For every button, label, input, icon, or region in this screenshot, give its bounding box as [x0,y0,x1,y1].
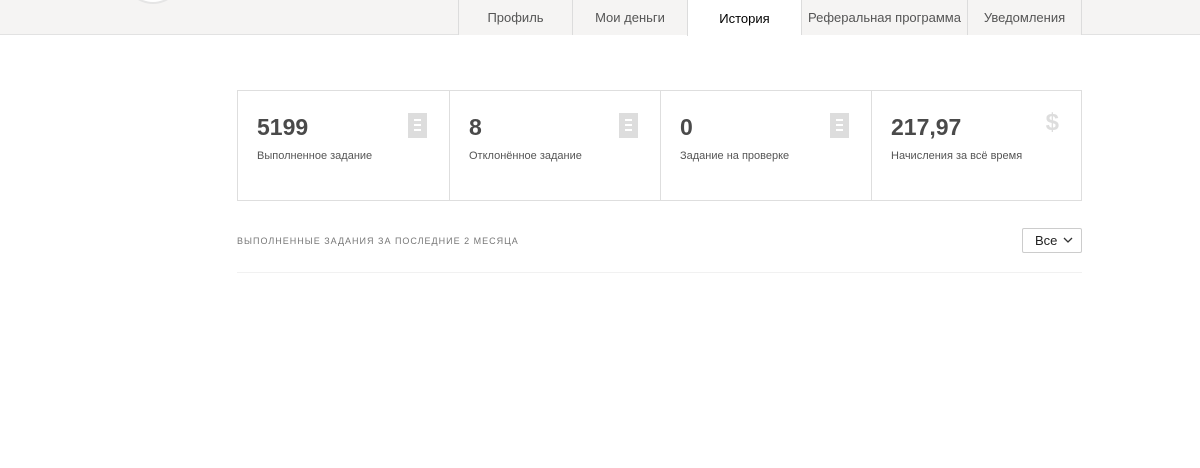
stat-value: 217,97 [891,114,962,140]
stat-label: Задание на проверке [680,150,790,162]
tab-notifications[interactable]: Уведомления [967,0,1082,35]
stat-value: 5199 [257,114,309,140]
stat-card-earnings: 217,97 Начисления за всё время $ [872,91,1081,200]
filter-select[interactable]: Все [1022,228,1082,253]
stat-card-pending: 0 Задание на проверке [661,91,872,200]
top-navigation-bar: Профиль Мои деньги История Реферальная п… [0,0,1200,36]
tab-history[interactable]: История [687,0,801,36]
topbar-divider [120,34,458,35]
tab-referral-program[interactable]: Реферальная программа [801,0,967,35]
stat-label: Начисления за всё время [891,150,1023,162]
tab-profile[interactable]: Профиль [458,0,572,35]
stat-value: 8 [469,114,482,140]
section-title: ВЫПОЛНЕННЫЕ ЗАДАНИЯ ЗА ПОСЛЕДНИЕ 2 МЕСЯЦ… [237,236,519,246]
document-icon [830,113,849,138]
avatar[interactable] [125,0,181,4]
document-icon [408,113,427,138]
stats-panel: 5199 Выполненное задание 8 Отклонённое з… [237,90,1082,201]
stat-label: Выполненное задание [257,150,373,162]
filter-select-value: Все [1035,233,1058,248]
tab-bar: Профиль Мои деньги История Реферальная п… [458,0,1082,36]
tab-my-money[interactable]: Мои деньги [572,0,687,35]
document-icon [619,113,638,138]
section-divider [237,272,1082,273]
dollar-icon: $ [1045,109,1059,136]
stat-card-rejected: 8 Отклонённое задание [450,91,661,200]
stat-value: 0 [680,114,693,140]
stat-card-completed: 5199 Выполненное задание [238,91,450,200]
stat-label: Отклонённое задание [469,150,582,162]
chevron-down-icon [1063,237,1073,243]
